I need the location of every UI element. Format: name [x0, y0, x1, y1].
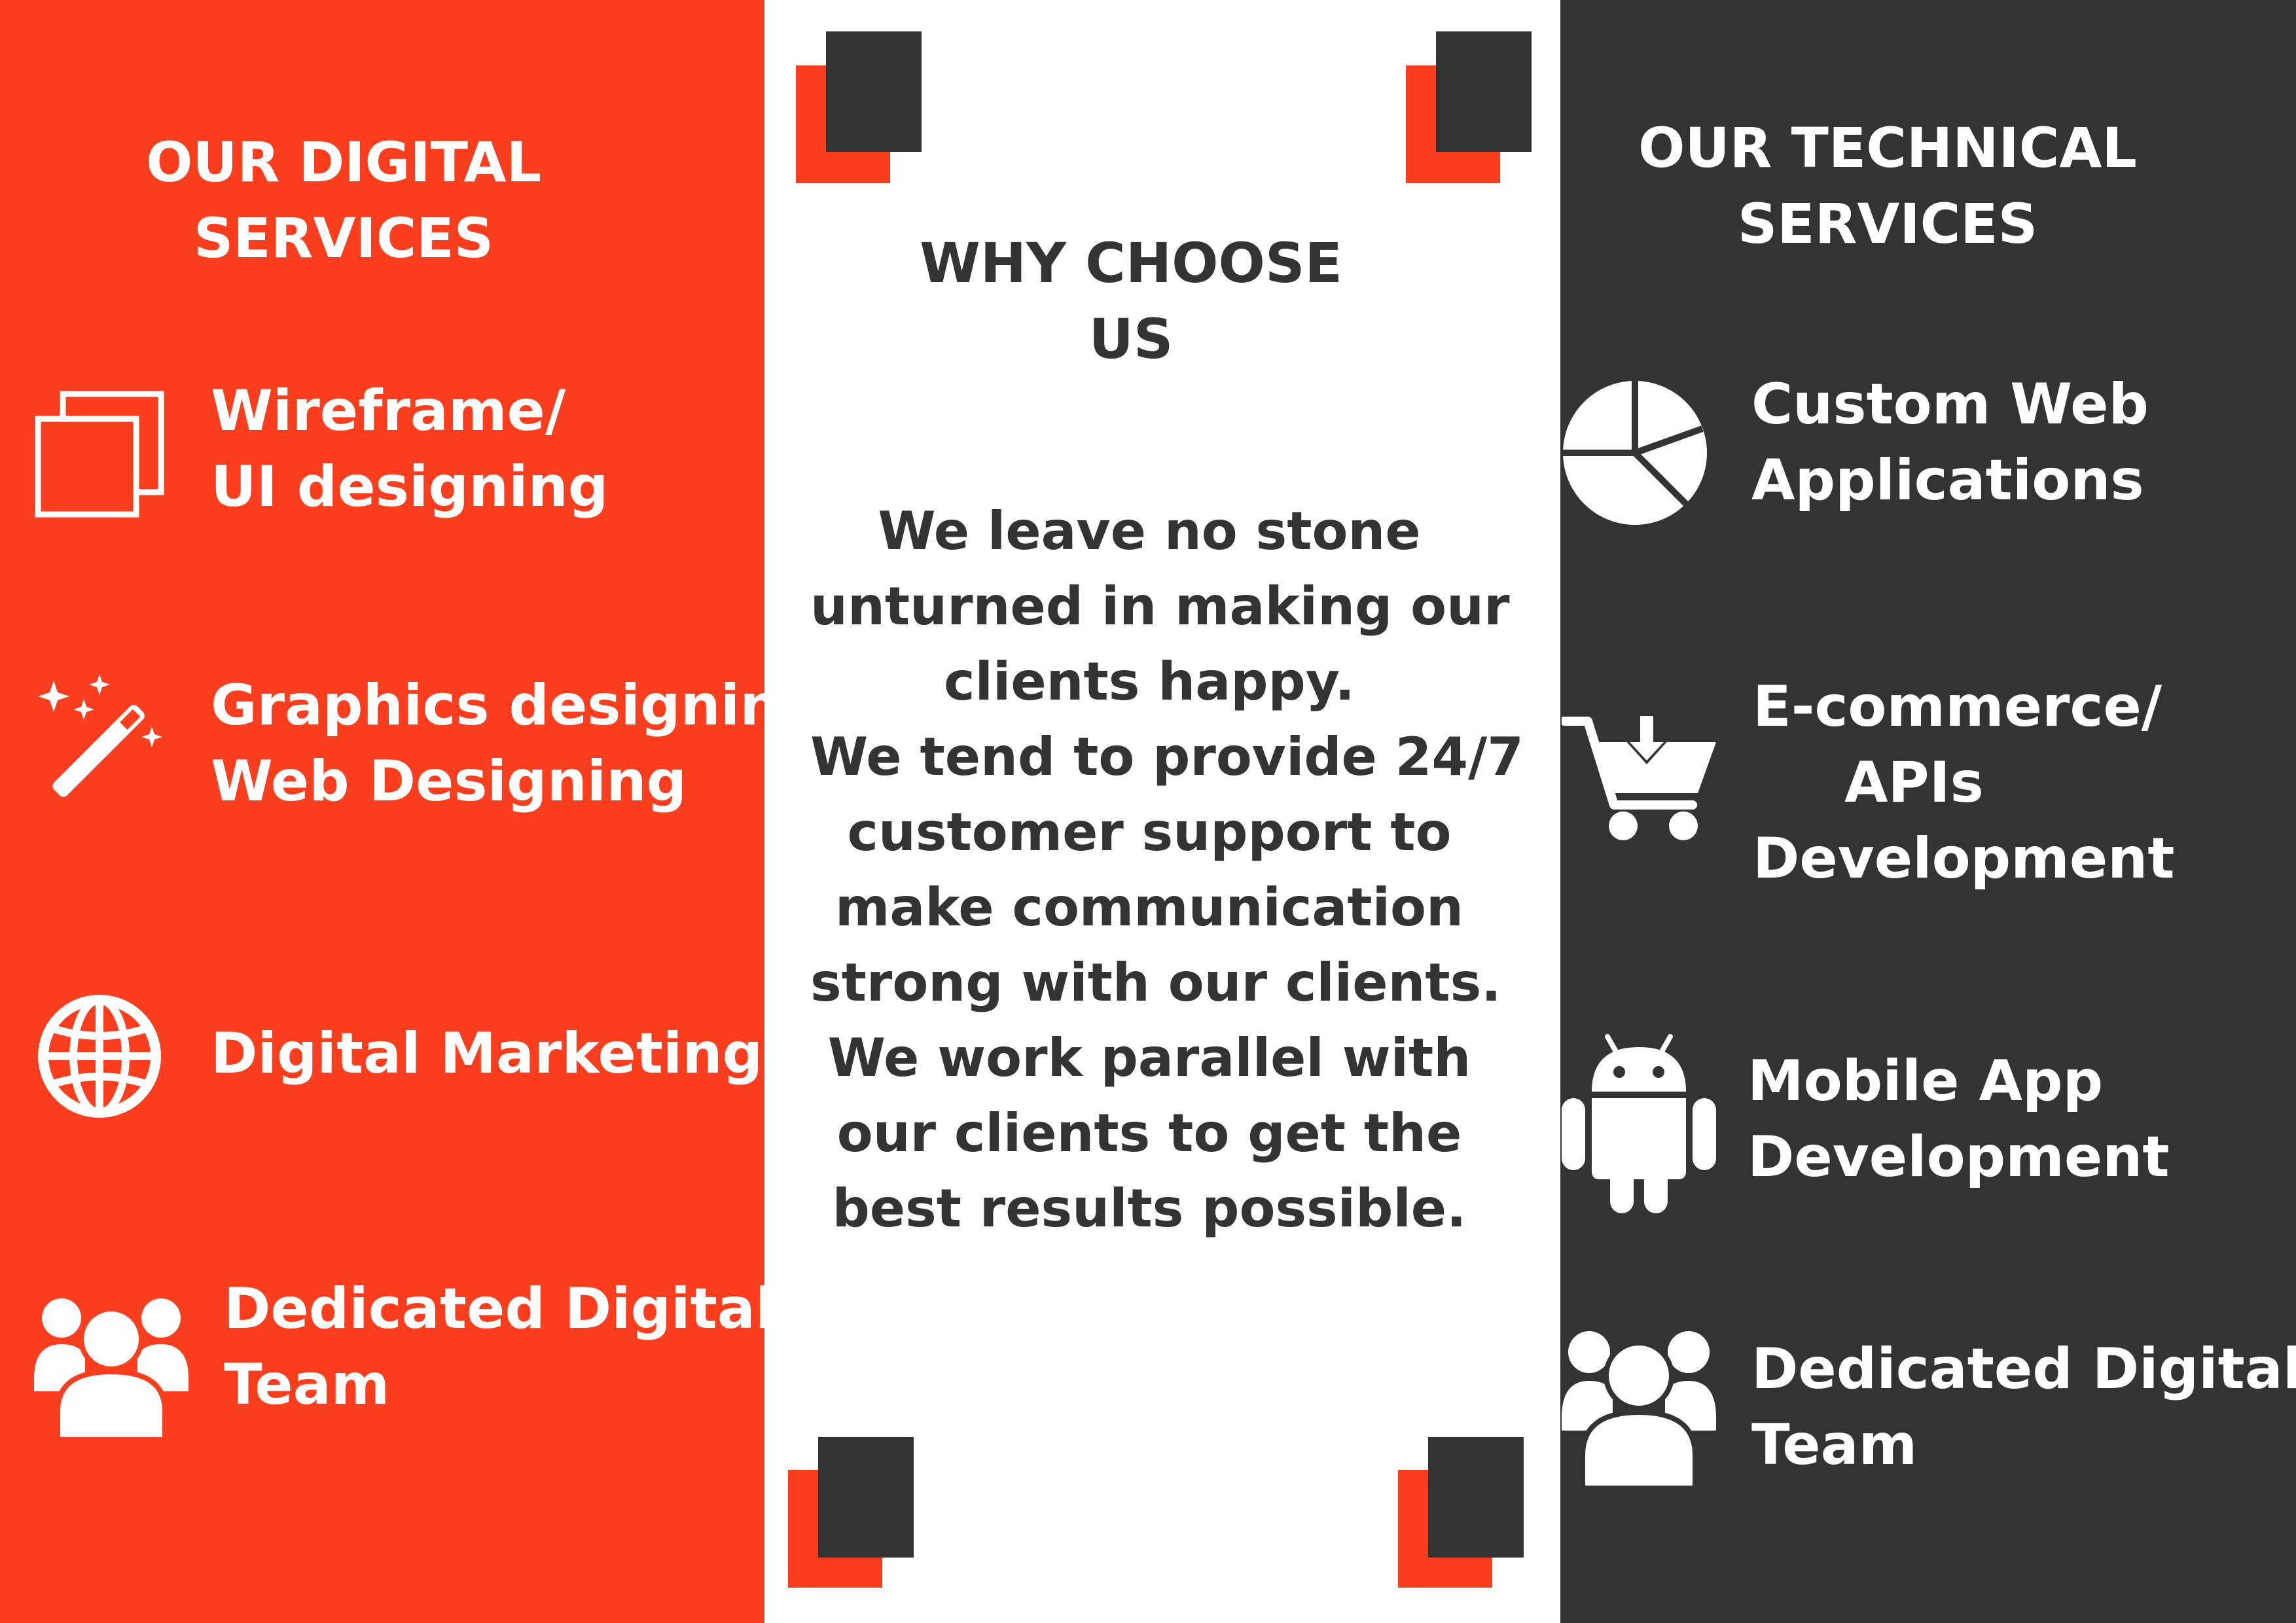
team-icon — [1562, 1326, 1716, 1488]
body-line: best results possible. — [832, 1178, 1467, 1239]
heading-line: OUR TECHNICAL — [1638, 116, 2137, 180]
service-line: UI designing — [211, 454, 609, 520]
service-line: Team — [1751, 1412, 1918, 1478]
body-line: strong with our clients. — [810, 952, 1501, 1013]
service-line: Custom Web — [1751, 372, 2149, 437]
service-line: Wireframe/ — [211, 378, 566, 444]
service-line: Graphics designing — [211, 673, 821, 738]
service-line: Dedicated Digital — [224, 1276, 775, 1342]
service-graphics: Graphics designing Web Designing — [211, 668, 820, 819]
why-choose-us-heading: WHY CHOOSE US — [895, 225, 1367, 377]
body-line: We leave no stone — [878, 501, 1421, 562]
service-line: Web Designing — [211, 749, 687, 814]
technical-services-heading: OUR TECHNICAL SERVICES — [1560, 110, 2215, 262]
globe-icon — [34, 991, 165, 1122]
service-line: APIs — [1844, 750, 1984, 815]
service-custom-web: Custom Web Applications — [1751, 366, 2149, 518]
service-wireframe: Wireframe/ UI designing — [211, 373, 608, 525]
service-dedicated-team: Dedicated Digital Team — [224, 1271, 774, 1423]
wireframe-icon — [34, 390, 165, 518]
service-line: Development — [1748, 1124, 2170, 1190]
digital-services-panel: OUR DIGITAL SERVICES Wireframe/ UI desig… — [0, 0, 820, 1623]
body-line: We tend to provide 24/7 — [810, 726, 1524, 787]
team-icon — [34, 1293, 188, 1440]
body-line: make communication — [835, 877, 1463, 938]
decor-square-dark — [818, 1437, 914, 1558]
shopping-cart-download-icon — [1562, 709, 1719, 843]
decor-square-dark — [1428, 1437, 1524, 1558]
decor-square-dark — [826, 31, 922, 152]
why-choose-us-body: We leave no stone unturned in making our… — [810, 493, 1524, 1246]
decor-square-dark — [1436, 31, 1532, 152]
service-line: Digital Marketing — [211, 1021, 763, 1086]
body-line: unturned in making our — [810, 576, 1510, 637]
heading-line: US — [1088, 307, 1174, 371]
heading-line: OUR DIGITAL — [145, 130, 542, 194]
heading-line: SERVICES — [1737, 192, 2038, 256]
body-line: clients happy. — [944, 651, 1355, 712]
service-line: Applications — [1751, 448, 2144, 513]
heading-line: WHY CHOOSE — [920, 231, 1342, 295]
service-ecommerce: E-commerce/ APIs Development — [1753, 669, 2175, 897]
service-dedicated-team: Dedicated Digital Team — [1751, 1331, 2296, 1483]
service-line: Team — [224, 1352, 390, 1418]
service-line: Dedicated Digital — [1751, 1336, 2296, 1402]
android-icon — [1560, 1031, 1717, 1215]
heading-line: SERVICES — [193, 206, 494, 270]
magic-wand-icon — [34, 671, 165, 802]
service-line: Development — [1753, 826, 2175, 891]
service-line: E-commerce/ — [1753, 674, 2162, 740]
body-line: our clients to get the — [836, 1103, 1462, 1164]
body-line: We work parallel with — [827, 1027, 1471, 1088]
body-line: customer support to — [847, 802, 1452, 863]
service-digital-marketing: Digital Marketing — [211, 1016, 762, 1092]
service-line: Mobile App — [1748, 1048, 2104, 1114]
service-mobile-app: Mobile App Development — [1748, 1043, 2170, 1195]
pie-chart-icon — [1562, 380, 1708, 526]
technical-services-panel: OUR TECHNICAL SERVICES Custom Web Applic… — [1560, 0, 2296, 1623]
digital-services-heading: OUR DIGITAL SERVICES — [0, 124, 687, 276]
